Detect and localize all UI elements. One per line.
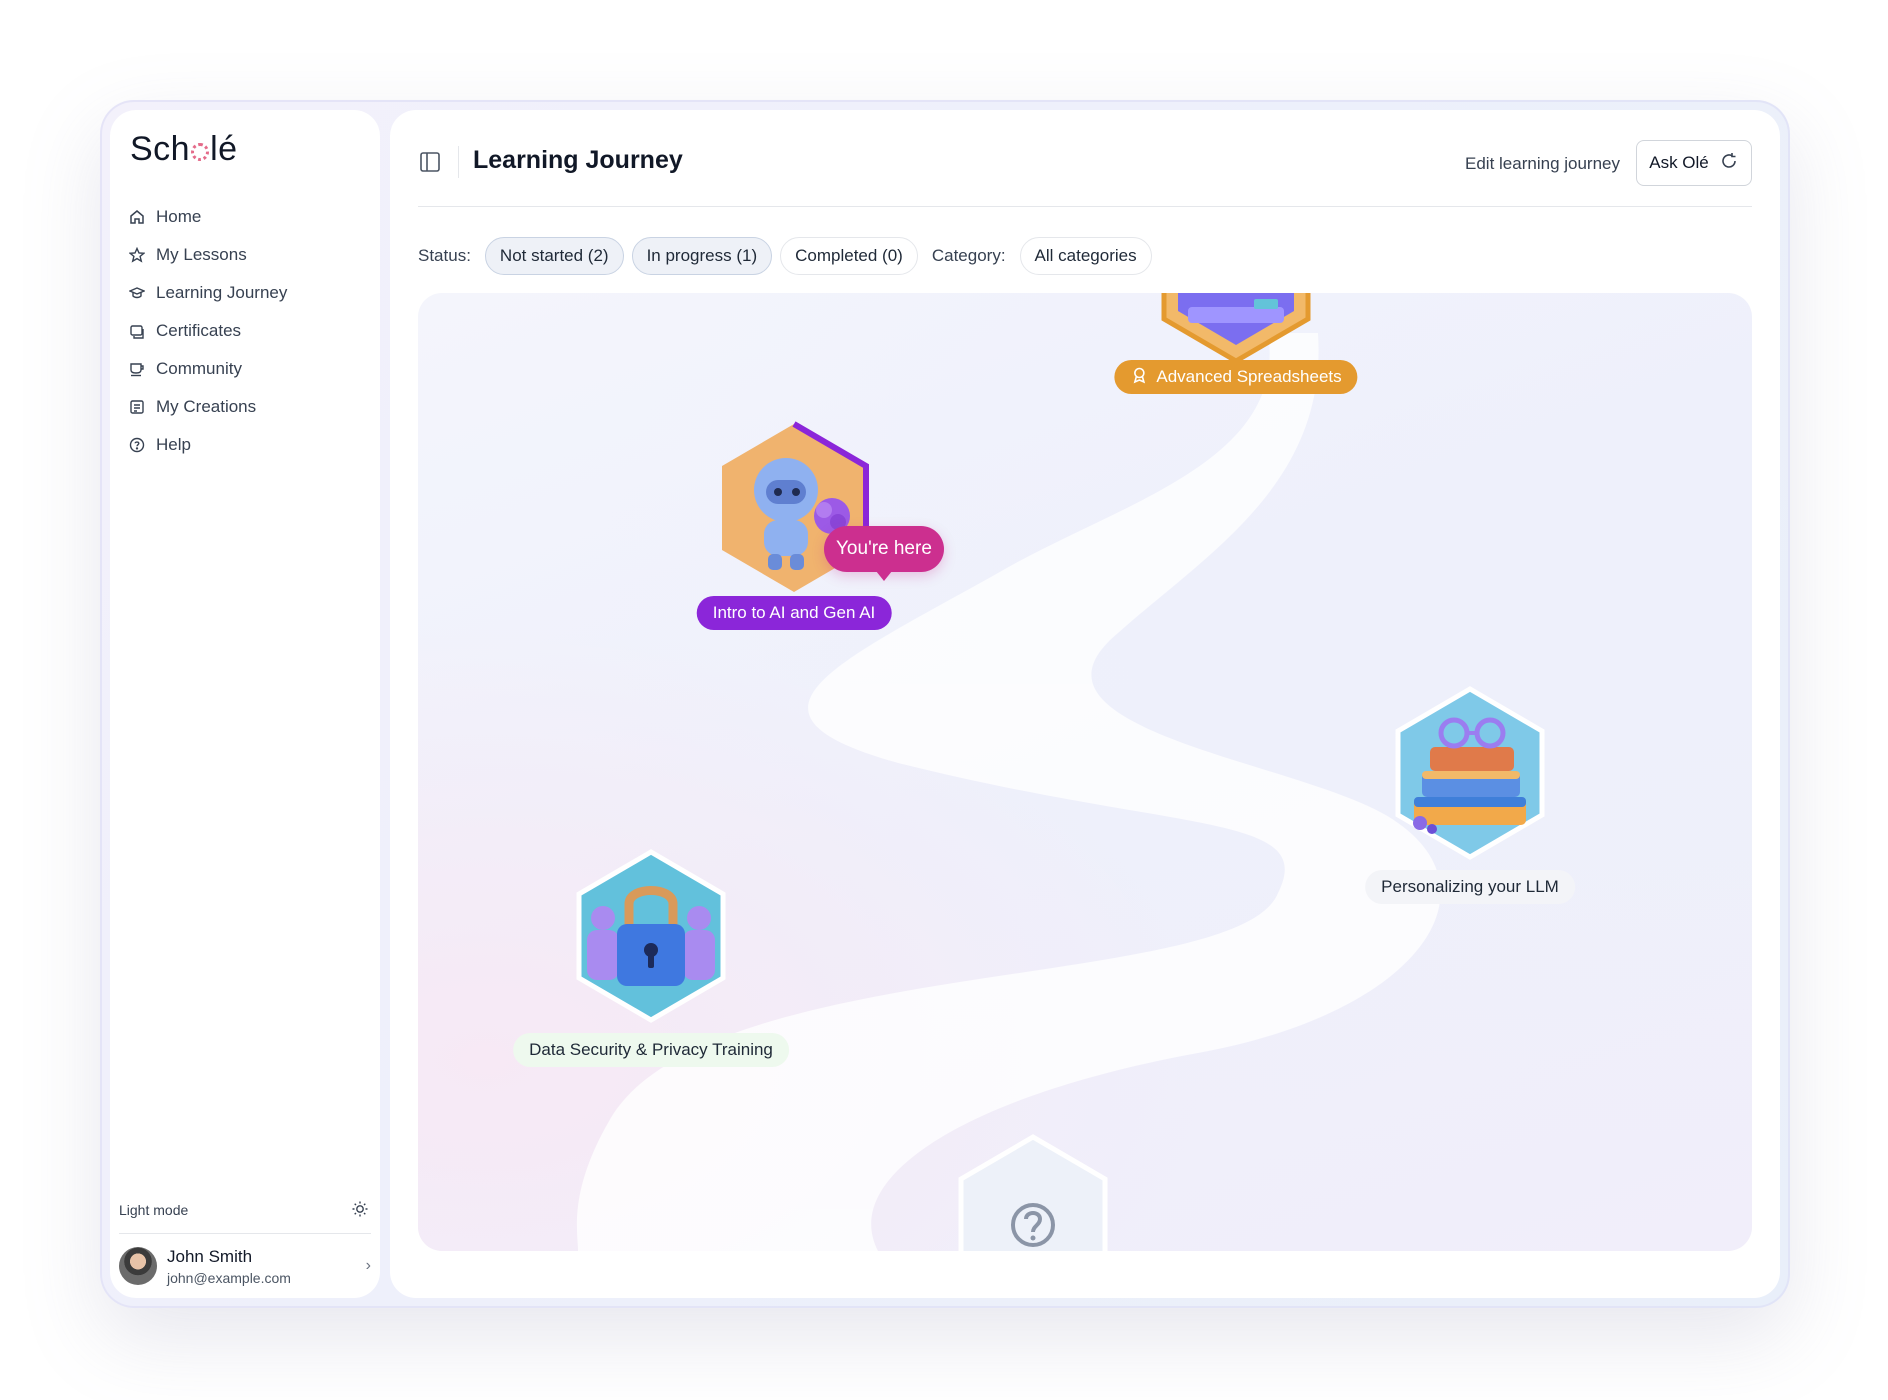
journey-label-personalizing-llm[interactable]: Personalizing your LLM <box>1365 870 1575 904</box>
sidebar-item-home[interactable]: Home <box>128 198 368 236</box>
sidebar-divider <box>119 1233 371 1234</box>
journey-label-data-security[interactable]: Data Security & Privacy Training <box>513 1033 789 1067</box>
badge-award-icon <box>1130 366 1148 389</box>
sidebar-item-certificates[interactable]: Certificates <box>128 312 368 350</box>
certificate-icon <box>128 322 146 340</box>
coffee-icon <box>128 360 146 378</box>
sidebar-nav: Home My Lessons Learning Journey Certifi… <box>128 198 368 464</box>
header-divider <box>458 146 459 178</box>
document-icon <box>128 398 146 416</box>
category-dropdown[interactable]: All categories <box>1019 237 1152 275</box>
sun-icon[interactable] <box>351 1200 369 1221</box>
logo[interactable]: Sch lé <box>130 130 238 169</box>
status-chip-in-progress[interactable]: In progress (1) <box>631 237 773 275</box>
star-icon <box>128 246 146 264</box>
sidebar-item-label: Help <box>156 435 191 454</box>
journey-path <box>576 333 1441 1251</box>
sidebar-toggle-icon[interactable] <box>418 150 442 174</box>
chevron-right-icon: › <box>365 1257 371 1274</box>
filter-bar: Status: Not started (2) In progress (1) … <box>418 236 1152 276</box>
sidebar-item-label: Community <box>156 359 242 378</box>
journey-node-data-security[interactable] <box>573 848 729 1024</box>
journey-node-advanced-spreadsheets[interactable] <box>1158 293 1314 365</box>
help-circle-icon <box>128 436 146 454</box>
journey-node-locked[interactable] <box>955 1133 1111 1251</box>
user-profile[interactable]: John Smith john@example.com › <box>119 1242 371 1290</box>
user-info: John Smith john@example.com <box>167 1247 291 1286</box>
status-chip-completed[interactable]: Completed (0) <box>780 237 918 275</box>
sidebar-item-label: Certificates <box>156 321 242 340</box>
sidebar-item-label: My Creations <box>156 397 257 416</box>
main-panel: Learning Journey Edit learning journey A… <box>390 110 1780 1298</box>
books-glasses-icon <box>1395 686 1545 860</box>
page-title: Learning Journey <box>473 146 683 174</box>
padlock-people-icon <box>576 849 726 1023</box>
ask-ole-button[interactable]: Ask Olé <box>1636 140 1752 186</box>
avatar <box>119 1247 157 1285</box>
sidebar-item-label: Home <box>156 207 202 226</box>
header-separator <box>418 206 1752 207</box>
ask-ole-label: Ask Olé <box>1649 153 1709 172</box>
locked-hexagon <box>958 1134 1108 1251</box>
light-mode-label: Light mode <box>119 1202 189 1218</box>
sidebar-item-label: My Lessons <box>156 245 247 264</box>
header: Learning Journey Edit learning journey A… <box>418 140 1752 190</box>
status-filter-label: Status: <box>418 246 471 265</box>
category-filter-label: Category: <box>931 246 1006 265</box>
sidebar: Sch lé Home My Lessons Learning Journey C… <box>110 110 380 1298</box>
journey-map: Advanced Spreadsheets You're here Intro … <box>418 293 1752 1251</box>
chat-refresh-icon <box>1719 151 1739 176</box>
logo-text-prefix: Sch <box>130 130 191 168</box>
youre-here-tooltip: You're here <box>824 526 944 581</box>
home-icon <box>128 208 146 226</box>
node-label-text: Advanced Spreadsheets <box>1156 367 1342 386</box>
sidebar-item-label: Learning Journey <box>156 283 288 302</box>
journey-node-personalizing-llm[interactable] <box>1392 685 1548 861</box>
logo-text-suffix: lé <box>210 130 238 168</box>
light-mode-toggle[interactable]: Light mode <box>119 1197 369 1223</box>
logo-dot-icon <box>191 143 210 161</box>
sidebar-item-my-creations[interactable]: My Creations <box>128 388 368 426</box>
spreadsheet-book-icon <box>1161 293 1311 364</box>
sidebar-item-my-lessons[interactable]: My Lessons <box>128 236 368 274</box>
user-name: John Smith <box>167 1246 253 1266</box>
sidebar-item-help[interactable]: Help <box>128 426 368 464</box>
edit-learning-journey-link[interactable]: Edit learning journey <box>1465 154 1620 174</box>
user-email: john@example.com <box>167 1269 291 1286</box>
sidebar-item-learning-journey[interactable]: Learning Journey <box>128 274 368 312</box>
graduation-cap-icon <box>128 284 146 302</box>
sidebar-item-community[interactable]: Community <box>128 350 368 388</box>
journey-label-intro-to-ai[interactable]: Intro to AI and Gen AI <box>696 596 892 630</box>
status-chip-not-started[interactable]: Not started (2) <box>484 237 624 275</box>
journey-label-advanced-spreadsheets[interactable]: Advanced Spreadsheets <box>1114 360 1358 394</box>
